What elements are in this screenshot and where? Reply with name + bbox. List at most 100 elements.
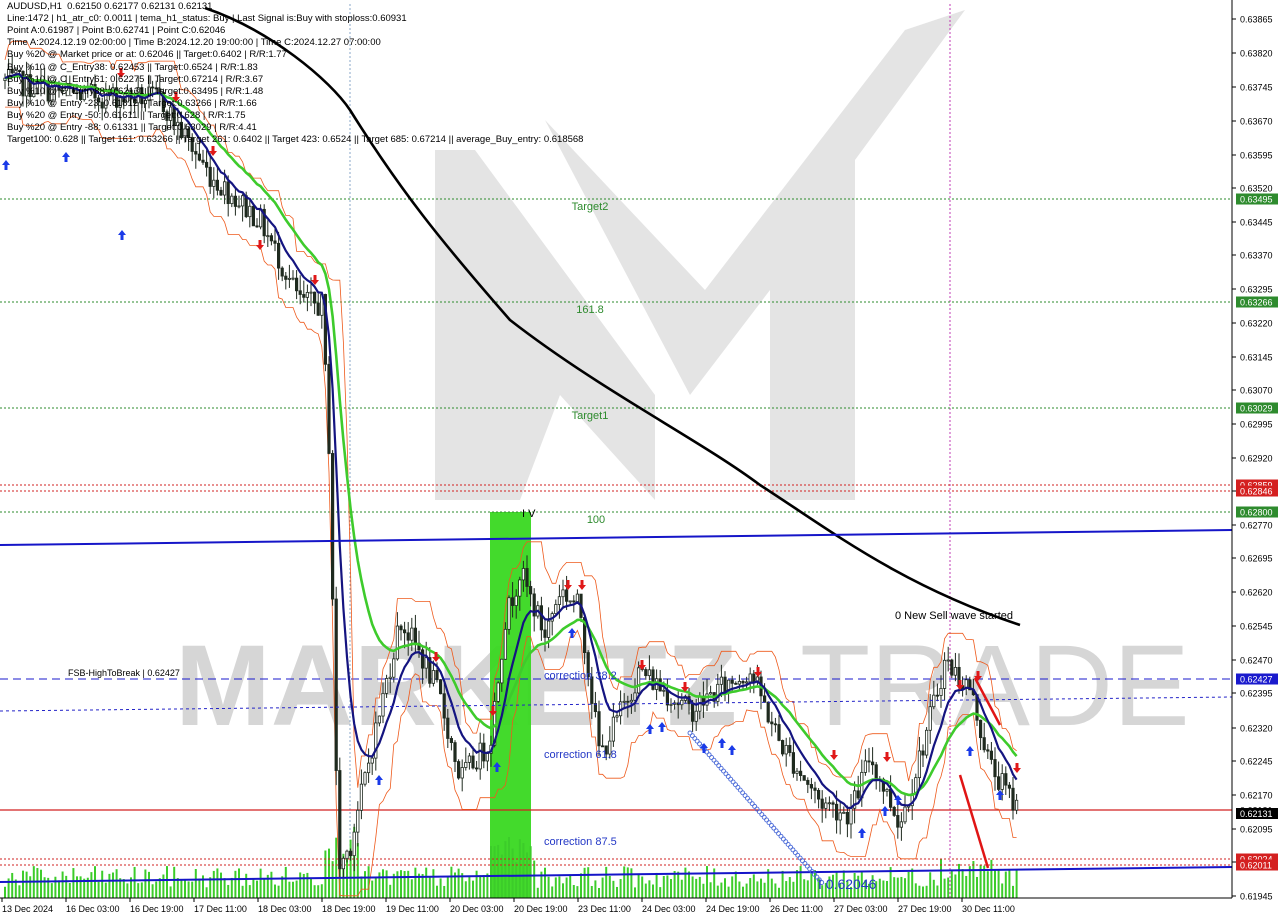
time-label: 17 Dec 11:00 [194, 904, 247, 914]
candle-body [719, 676, 724, 685]
candle-body [352, 831, 356, 857]
candle-body [222, 181, 227, 196]
candle-body [485, 752, 490, 762]
candle-body [896, 815, 900, 828]
candle-body [892, 806, 896, 816]
candle-body [327, 363, 331, 454]
candle-body [691, 703, 695, 722]
candle-body [982, 737, 986, 751]
candle-body [824, 802, 828, 809]
candle-body [197, 153, 201, 161]
axis-label: 0.63145 [1240, 353, 1273, 363]
candle-body [219, 189, 223, 196]
time-label: 18 Dec 19:00 [322, 904, 376, 914]
axis-label: 0.62095 [1240, 825, 1273, 835]
axis-label: 0.62170 [1240, 791, 1273, 801]
candle-body [669, 703, 673, 706]
candle-body [662, 689, 666, 692]
candle-body [885, 788, 889, 792]
candle-body [831, 802, 835, 805]
candle-body [795, 770, 799, 774]
candle-body [521, 568, 526, 581]
chart-annotation: correction 38.2 [544, 670, 617, 682]
candle-body [791, 752, 796, 774]
candle-body [438, 679, 443, 695]
info-line: Buy %20 @ Entry -50: 0.61611 || Target:0… [7, 109, 246, 121]
candle-body [413, 627, 418, 644]
candle-body [381, 692, 385, 717]
price-badge-label: 0.62427 [1240, 675, 1273, 685]
candle-body [554, 604, 558, 615]
level-label: Target2 [572, 201, 609, 213]
time-label: 20 Dec 03:00 [450, 904, 504, 914]
candle-body [356, 809, 360, 833]
candle-body [665, 689, 670, 706]
candle-body [467, 755, 472, 763]
candle-body [806, 779, 810, 785]
candle-body [453, 742, 457, 762]
candle-body [226, 181, 230, 205]
candle-body [745, 681, 749, 684]
candle-body [1007, 784, 1012, 789]
candle-body [237, 205, 241, 208]
level-label: Target1 [572, 410, 609, 422]
axis-label: 0.62695 [1240, 554, 1273, 564]
current-price-label: 0.62131 [1240, 809, 1273, 819]
candle-body [979, 719, 983, 739]
chart-annotation: I 0.62046 [818, 876, 877, 892]
candle-body [737, 680, 742, 685]
axis-label: 0.63220 [1240, 319, 1273, 329]
time-label: 24 Dec 19:00 [706, 904, 760, 914]
candle-body [208, 166, 212, 187]
price-badge-label: 0.63495 [1240, 195, 1273, 205]
candle-body [478, 742, 482, 770]
candle-body [284, 275, 288, 280]
candle-body [460, 767, 464, 779]
candle-body [565, 589, 569, 602]
time-label: 27 Dec 03:00 [834, 904, 888, 914]
candle-body [838, 812, 842, 821]
candle-body [647, 669, 652, 677]
candle-body [903, 806, 907, 823]
candle-body [251, 205, 255, 227]
candle-body [514, 595, 518, 606]
info-line: Target100: 0.628 || Target 161: 0.63266 … [7, 134, 584, 146]
price-badge-label: 0.62846 [1240, 487, 1273, 497]
candle-body [298, 290, 302, 295]
candle-body [302, 294, 306, 298]
candle-body [568, 600, 572, 603]
candle-body [280, 267, 284, 277]
info-line: Buy %10 @ C_Entry61: 0.62275 || Target:0… [7, 73, 264, 85]
candle-body [510, 597, 515, 606]
candle-body [741, 680, 745, 684]
candle-body [809, 784, 814, 789]
candle-body [770, 721, 774, 725]
candle-body [294, 277, 299, 292]
candle-body [248, 205, 252, 218]
candle-body [273, 240, 277, 244]
info-line: Buy %20 @ Market price or at: 0.62046 ||… [7, 49, 287, 61]
candle-body [309, 291, 313, 294]
candle-body [1015, 799, 1019, 811]
candle-body [384, 678, 389, 694]
axis-label: 0.63370 [1240, 251, 1273, 261]
candle-body [626, 700, 630, 703]
candle-body [194, 151, 198, 155]
candle-body [201, 159, 205, 163]
candle-body [363, 772, 367, 785]
candle-body [827, 802, 832, 805]
candle-body [730, 679, 734, 684]
candle-body [622, 700, 626, 703]
candle-body [871, 761, 875, 766]
candle-body [629, 699, 634, 703]
candle-body [474, 767, 479, 770]
candle-body [680, 699, 684, 706]
candle-body [496, 682, 500, 702]
time-label: 18 Dec 03:00 [258, 904, 312, 914]
candle-body [348, 850, 353, 857]
candle-body [240, 195, 245, 207]
candle-body [561, 589, 565, 598]
candle-body [212, 179, 216, 187]
candle-body [997, 776, 1001, 790]
candle-body [547, 620, 551, 638]
